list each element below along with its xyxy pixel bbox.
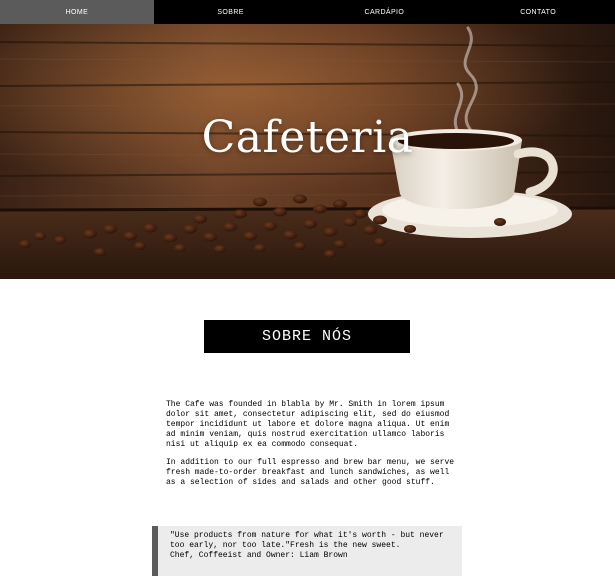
top-navigation: HOME SOBRE CARDÁPIO CONTATO — [0, 0, 615, 24]
nav-contato[interactable]: CONTATO — [461, 0, 615, 24]
nav-cardapio[interactable]: CARDÁPIO — [308, 0, 462, 24]
about-paragraph-1: The Cafe was founded in blabla by Mr. Sm… — [166, 400, 450, 449]
owner-quote: "Use products from nature for what it's … — [152, 526, 462, 576]
quote-text: "Use products from nature for what it's … — [170, 531, 444, 550]
hero-coffee-image — [0, 24, 615, 279]
about-section: The Cafe was founded in blabla by Mr. Sm… — [166, 400, 456, 496]
quote-author: Chef, Coffeeist and Owner: Liam Brown — [170, 551, 348, 560]
about-heading: SOBRE NÓS — [204, 320, 410, 353]
about-paragraph-2: In addition to our full espresso and bre… — [166, 458, 455, 487]
hero-banner: Cafeteria — [0, 24, 615, 279]
nav-home[interactable]: HOME — [0, 0, 154, 24]
nav-sobre[interactable]: SOBRE — [154, 0, 308, 24]
